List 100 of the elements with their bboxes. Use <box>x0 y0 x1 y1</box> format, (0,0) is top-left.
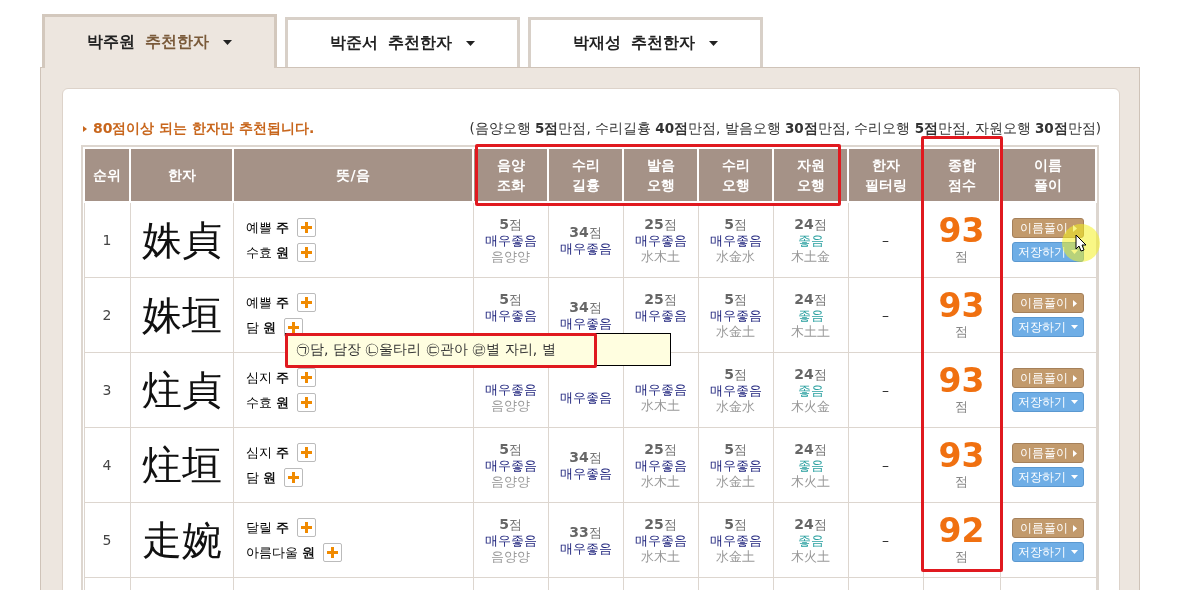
interpret-button[interactable]: 이름풀이 <box>1012 218 1084 238</box>
caret-icon <box>465 41 475 46</box>
plus-icon <box>300 397 312 408</box>
plus-icon <box>300 247 312 258</box>
score-points: 25점 <box>643 290 678 308</box>
score-unit: 점 <box>954 323 969 341</box>
grade-text: 매우좋음 <box>633 307 688 324</box>
save-button[interactable]: 저장하기 <box>1012 317 1084 337</box>
total-score: 93 <box>937 214 986 248</box>
grade-text: 좋음 <box>796 532 825 549</box>
tab[interactable]: 박재성 추천한자 <box>528 17 763 67</box>
plus-icon <box>300 372 312 383</box>
detail-text: 水金土 <box>715 548 756 565</box>
grade-text: 매우좋음 <box>633 382 688 398</box>
plus-button[interactable] <box>296 218 316 237</box>
caret-icon <box>1072 299 1077 307</box>
meaning-text: 예쁠 주 <box>245 293 289 312</box>
grade-text: 좋음 <box>796 382 825 399</box>
plus-icon <box>300 447 312 458</box>
detail-text: 木火金 <box>790 398 831 415</box>
detail-text: 水木土 <box>640 548 681 565</box>
plus-button[interactable] <box>296 518 316 537</box>
detail-text: 음양양 <box>490 398 531 414</box>
column-header: 종합 점수 <box>923 148 1000 202</box>
caret-icon <box>1071 400 1078 404</box>
interpret-button[interactable]: 이름풀이 <box>1012 368 1084 388</box>
meaning-text: 담 원 <box>245 468 276 487</box>
grade-text: 매우좋음 <box>708 382 763 399</box>
meaning-text: 담 원 <box>245 318 276 337</box>
detail-text: 음양양 <box>490 248 531 265</box>
caret-icon <box>1072 374 1077 382</box>
plus-icon <box>300 297 312 308</box>
score-unit: 점 <box>954 248 969 266</box>
rank-cell: 4 <box>84 427 130 503</box>
column-header: 한자 <box>130 148 233 202</box>
plus-button[interactable] <box>322 543 342 562</box>
score-unit: 점 <box>954 548 969 566</box>
meaning-text: 심지 주 <box>245 368 289 387</box>
plus-icon <box>287 472 299 483</box>
detail-text: 水木土 <box>640 473 681 490</box>
interpret-button[interactable]: 이름풀이 <box>1012 293 1084 313</box>
score-points: 5점 <box>723 365 748 383</box>
plus-button[interactable] <box>296 393 316 412</box>
column-header: 순위 <box>84 148 130 202</box>
total-score: 93 <box>937 289 986 323</box>
interpret-button[interactable]: 이름풀이 <box>1012 443 1084 463</box>
grade-text: 매우좋음 <box>708 232 763 249</box>
rank-cell: 3 <box>84 352 130 428</box>
caret-icon <box>1071 325 1078 329</box>
score-points: 24점 <box>793 440 828 458</box>
interpret-button[interactable]: 이름풀이 <box>1012 518 1084 538</box>
total-score: 93 <box>937 439 986 473</box>
plus-button[interactable] <box>283 468 303 487</box>
detail-text: 水金水 <box>715 398 756 415</box>
detail-text: 水木土 <box>640 398 681 414</box>
grade-text: 매우좋음 <box>483 382 538 398</box>
detail-text: 水木土 <box>640 248 681 265</box>
tab[interactable]: 박주원 추천한자 <box>42 14 277 68</box>
column-header: 이름 풀이 <box>1000 148 1096 202</box>
detail-text: 木土金 <box>790 248 831 265</box>
score-points: 5점 <box>498 515 523 533</box>
score-points: 34점 <box>568 298 603 316</box>
caret-icon <box>1071 250 1078 254</box>
column-header: 수리 길흉 <box>548 148 623 202</box>
plus-button[interactable] <box>296 243 316 262</box>
rank-cell: 2 <box>84 277 130 353</box>
save-button[interactable]: 저장하기 <box>1012 242 1084 262</box>
caret-icon <box>1072 224 1077 232</box>
score-points: 5점 <box>498 290 523 308</box>
criteria-text: (음양오행 5점만점, 수리길흉 40점만점, 발음오행 30점만점, 수리오행 5점만점, 자원오행 30점만점) <box>469 120 1101 138</box>
plus-button[interactable] <box>296 293 316 312</box>
grade-text: 매우좋음 <box>483 232 538 249</box>
grade-text: 매우좋음 <box>708 457 763 474</box>
save-button[interactable]: 저장하기 <box>1012 392 1084 412</box>
notice-text: 80점이상 되는 한자만 추천됩니다. <box>93 120 315 138</box>
grade-text: 매우좋음 <box>633 457 688 474</box>
save-button[interactable]: 저장하기 <box>1012 542 1084 562</box>
plus-icon <box>300 522 312 533</box>
score-points: 25점 <box>643 215 678 233</box>
grade-text: 매우좋음 <box>558 390 613 406</box>
grade-text: 좋음 <box>796 457 825 474</box>
hanja-cell: 姝貞 <box>130 202 233 278</box>
caret-icon <box>1072 524 1077 532</box>
score-points: 34점 <box>568 448 603 466</box>
tab[interactable]: 박준서 추천한자 <box>285 17 520 67</box>
detail-text: 水金土 <box>715 473 756 490</box>
caret-icon <box>1071 550 1078 554</box>
grade-text: 매우좋음 <box>483 532 538 549</box>
score-points: 5점 <box>723 215 748 233</box>
grade-text: 매우좋음 <box>633 532 688 549</box>
plus-button[interactable] <box>296 443 316 462</box>
plus-button[interactable] <box>296 368 316 387</box>
save-button[interactable]: 저장하기 <box>1012 467 1084 487</box>
rank-cell: 1 <box>84 202 130 278</box>
plus-icon <box>287 322 299 333</box>
detail-text: 水金水 <box>715 248 756 265</box>
score-unit: 점 <box>954 398 969 416</box>
score-points: 5점 <box>723 515 748 533</box>
hanja-cell: 走婉 <box>130 502 233 578</box>
detail-text: 음양양 <box>490 548 531 565</box>
